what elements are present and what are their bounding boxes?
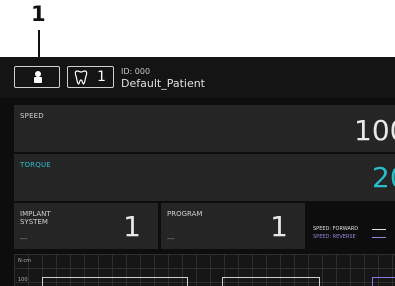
legend-forward: SPEED: FORWARD	[313, 226, 359, 232]
legend-forward-line	[372, 229, 386, 230]
patient-name: Default_Patient	[121, 77, 205, 90]
graph-axis-unit: N·cm	[18, 258, 31, 264]
legend-reverse-line	[372, 237, 386, 238]
program-label: PROGRAM	[167, 210, 203, 218]
tooth-count: 1	[97, 69, 106, 85]
device-screen: 1 ID: 000 Default_Patient SPEED 100 TORQ…	[0, 57, 395, 286]
speed-legend: SPEED: FORWARD SPEED: REVERSE	[313, 225, 386, 241]
tooth-icon	[74, 70, 88, 85]
implant-system-value: 1	[123, 210, 141, 243]
graph-axis-tick: 100	[18, 277, 28, 283]
patient-id: ID: 000	[121, 67, 151, 76]
graph-box	[42, 277, 188, 286]
callout-number: 1	[31, 2, 46, 26]
implant-system-label: IMPLANT SYSTEM	[20, 210, 51, 226]
legend-reverse: SPEED: REVERSE	[313, 234, 356, 240]
implant-system-panel[interactable]: IMPLANT SYSTEM --- 1	[14, 203, 158, 249]
program-value: 1	[270, 210, 288, 243]
program-panel[interactable]: PROGRAM --- 1	[161, 203, 305, 249]
speed-value: 100	[354, 114, 395, 147]
user-icon	[34, 71, 42, 83]
tooth-button[interactable]: 1	[67, 66, 114, 88]
speed-panel[interactable]: SPEED 100	[14, 105, 395, 152]
torque-label: TORQUE	[20, 161, 51, 169]
torque-value: 20	[372, 161, 395, 194]
program-sub: ---	[167, 235, 175, 243]
speed-label: SPEED	[20, 112, 44, 120]
graph-box	[372, 277, 395, 286]
top-bar: 1 ID: 000 Default_Patient	[0, 57, 395, 98]
graph-box	[222, 277, 320, 286]
patient-button[interactable]	[14, 66, 60, 88]
implant-system-sub: ---	[20, 235, 28, 243]
torque-panel[interactable]: TORQUE 20	[14, 154, 395, 201]
